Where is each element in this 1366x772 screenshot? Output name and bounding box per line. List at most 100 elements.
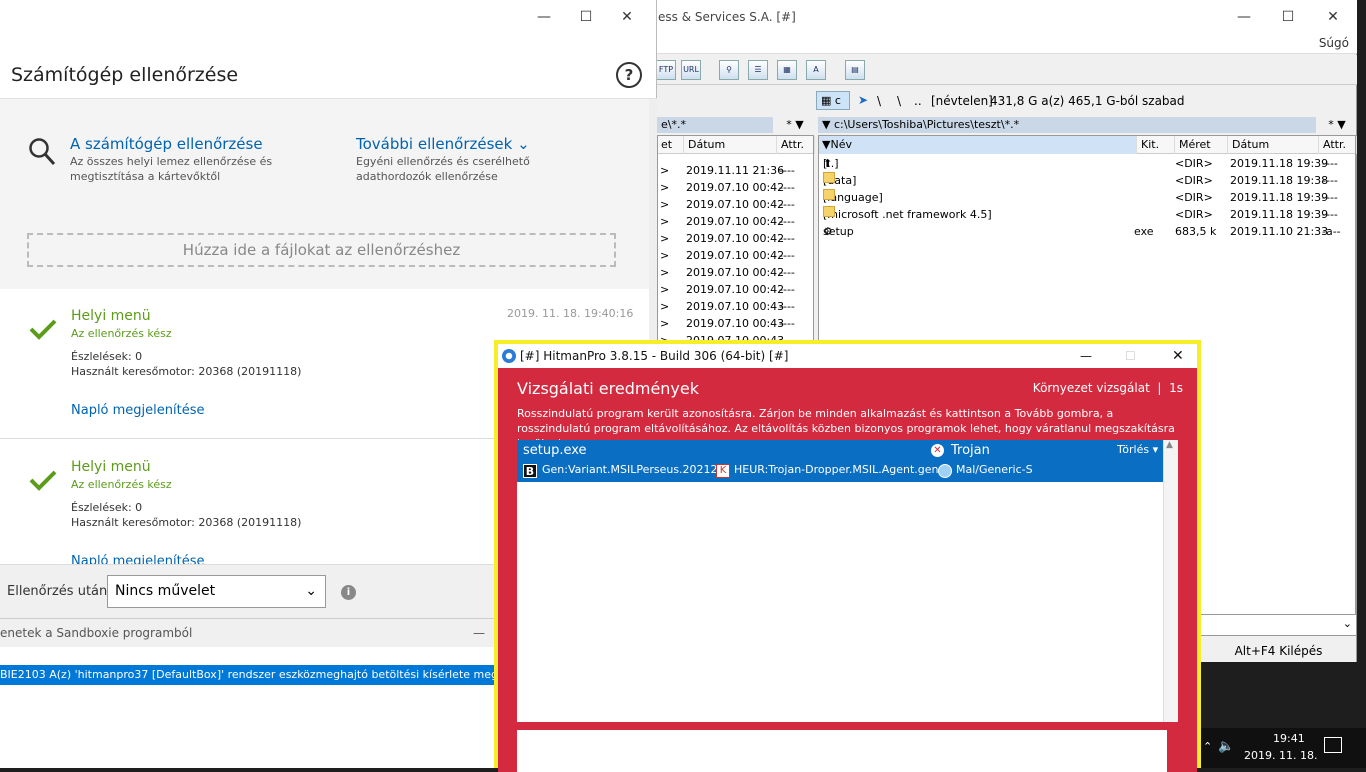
checkmark-icon	[29, 319, 57, 340]
maximize-icon[interactable]: ☐	[563, 2, 609, 32]
threat-action[interactable]: Törlés ▾	[1117, 443, 1158, 456]
list-item[interactable]: >2019.07.10 00:42 ----	[658, 281, 815, 298]
page-title: Számítógép ellenőrzése	[11, 64, 239, 86]
right-col-attr[interactable]: Attr.	[1320, 136, 1357, 154]
left-path[interactable]: e\*.*	[657, 117, 773, 133]
threat-action-label: Törlés	[1117, 443, 1150, 456]
url-icon[interactable]: URL	[681, 60, 701, 80]
right-filter[interactable]: * ▼	[1318, 117, 1356, 133]
minimize-icon[interactable]: —	[1080, 344, 1092, 368]
tray-time[interactable]: 19:41	[1273, 732, 1305, 745]
list-item[interactable]: >2019.07.10 00:42 ----	[658, 213, 815, 230]
file-attr: ----	[779, 300, 795, 313]
minimize-icon[interactable]: —	[473, 619, 485, 647]
chevron-right-icon: >	[660, 300, 670, 313]
search-icon[interactable]: ⚲	[719, 60, 739, 80]
help-icon[interactable]: ?	[616, 62, 642, 88]
file-attr: ----	[1322, 174, 1338, 187]
notepad-icon[interactable]: ▤	[845, 60, 865, 80]
full-scan-link[interactable]: A számítógép ellenőrzése	[70, 135, 263, 153]
list-item[interactable]: ⚙ setup exe 683,5 k 2019.11.10 21:33 -a--	[819, 223, 1357, 240]
list-item[interactable]: [microsoft .net framework 4.5] <DIR> 2019.…	[819, 206, 1357, 223]
chevron-up-icon[interactable]: ▲	[1166, 440, 1173, 450]
minimize-icon[interactable]: —	[521, 2, 567, 32]
parent-button[interactable]: ..	[914, 94, 922, 108]
right-path[interactable]: ▼ c:\Users\Toshiba\Pictures\teszt\*.*	[818, 117, 1316, 133]
folder-icon	[823, 172, 835, 183]
network-icon[interactable]: ➤	[858, 93, 868, 107]
tree-icon[interactable]: ☰	[748, 60, 768, 80]
root-button-2[interactable]: \	[897, 94, 901, 108]
file-attr: ----	[779, 164, 795, 177]
maximize-icon[interactable]: ☐	[1265, 2, 1311, 32]
file-attr: ----	[779, 181, 795, 194]
chevron-down-icon[interactable]: ⌄	[1343, 617, 1352, 630]
close-icon[interactable]: ✕	[1172, 344, 1184, 368]
minimize-icon[interactable]: —	[1221, 2, 1267, 32]
sync-icon[interactable]: ▦	[777, 60, 797, 80]
right-col-date[interactable]: Dátum	[1229, 136, 1319, 154]
list-item[interactable]: [language] <DIR> 2019.11.18 19:39 ----	[819, 189, 1357, 206]
file-date: 2019.11.18 19:39	[1230, 191, 1329, 204]
sophos-icon	[938, 464, 952, 478]
chevron-right-icon: >	[660, 164, 670, 177]
list-item[interactable]: >2019.07.10 00:42 ----	[658, 230, 815, 247]
view-log-link[interactable]: Napló megjelenítése	[71, 403, 205, 418]
right-col-name[interactable]: ▼Név	[819, 136, 1137, 154]
drive-button[interactable]: ▦ c	[816, 91, 850, 110]
list-item[interactable]: >2019.07.10 00:42 ----	[658, 264, 815, 281]
info-icon[interactable]: i	[341, 585, 356, 600]
file-attr: ----	[779, 317, 795, 330]
exit-key-button[interactable]: Alt+F4 Kilépés	[1200, 640, 1357, 662]
drop-files-zone[interactable]: Húzza ide a fájlokat az ellenőrzéshez	[27, 233, 616, 267]
file-attr: ----	[1322, 208, 1338, 221]
left-col-date[interactable]: Dátum	[685, 136, 777, 154]
command-line-input[interactable]: ⌄	[1200, 614, 1357, 636]
list-item[interactable]: >2019.07.10 00:42 ----	[658, 196, 815, 213]
file-date: 2019.11.18 19:39	[1230, 208, 1329, 221]
right-column-header: ▼Név Kit. Méret Dátum Attr.	[819, 136, 1357, 154]
list-item[interactable]: >2019.07.10 00:42 ----	[658, 179, 815, 196]
threat-list[interactable]: setup.exe ✕ Trojan Törlés ▾ B Gen:Varian…	[517, 440, 1178, 722]
left-col-attr[interactable]: Attr.	[778, 136, 815, 154]
more-scans-link[interactable]: További ellenőrzések ⌄	[356, 135, 530, 153]
list-item[interactable]: >2019.11.11 21:36 ----	[658, 162, 815, 179]
root-button[interactable]: \	[877, 94, 881, 108]
right-col-size[interactable]: Méret	[1176, 136, 1228, 154]
env-scan-label[interactable]: Környezet vizsgálat	[1033, 381, 1150, 395]
file-size: <DIR>	[1175, 157, 1213, 170]
view-log-link[interactable]: Napló megjelenítése	[71, 554, 205, 564]
rename-icon[interactable]: A	[806, 60, 826, 80]
tray-date[interactable]: 2019. 11. 18.	[1244, 749, 1317, 762]
menu-help[interactable]: Súgó	[1319, 36, 1349, 50]
file-date: 2019.07.10 00:42	[686, 181, 785, 194]
notification-icon[interactable]	[1324, 737, 1342, 753]
file-attr: -a--	[1322, 225, 1341, 238]
after-scan-select[interactable]: Nincs művelet ⌄	[107, 575, 326, 608]
volume-icon[interactable]: 🔈	[1218, 739, 1234, 754]
sandboxie-message-row[interactable]: BIE2103 A(z) 'hitmanpro37 [DefaultBox]' …	[0, 665, 495, 685]
ftp-icon[interactable]: FTP	[656, 60, 676, 80]
wifi-icon[interactable]: ⌃	[1203, 740, 1212, 753]
result-detections: Észlelések: 0	[71, 501, 143, 514]
checkmark-icon	[29, 470, 57, 491]
scrollbar[interactable]: ▲	[1163, 440, 1178, 722]
chevron-right-icon: >	[660, 317, 670, 330]
file-attr: ----	[779, 283, 795, 296]
list-item[interactable]: ⬆ [..] <DIR> 2019.11.18 19:39 ----	[819, 155, 1357, 172]
close-icon[interactable]: ✕	[1310, 2, 1356, 32]
file-date: 2019.11.11 21:36	[686, 164, 785, 177]
threat-entry[interactable]: setup.exe ✕ Trojan Törlés ▾ B Gen:Varian…	[517, 440, 1163, 482]
result-title: Helyi menü	[71, 308, 151, 324]
list-item[interactable]: >2019.07.10 00:42 ----	[658, 247, 815, 264]
left-filter[interactable]: * ▼	[776, 117, 814, 133]
right-col-ext[interactable]: Kit.	[1138, 136, 1175, 154]
left-col-1[interactable]: et	[658, 136, 684, 154]
close-icon[interactable]: ✕	[604, 2, 650, 32]
list-item[interactable]: [data] <DIR> 2019.11.18 19:38 ----	[819, 172, 1357, 189]
list-item[interactable]: >2019.07.10 00:43----	[658, 315, 815, 332]
file-date: 2019.11.10 21:33	[1230, 225, 1329, 238]
result-engine: Használt keresőmotor: 20368 (20191118)	[71, 516, 302, 529]
list-item[interactable]: >2019.07.10 00:43----	[658, 298, 815, 315]
more-scans-label: További ellenőrzések	[356, 135, 513, 153]
